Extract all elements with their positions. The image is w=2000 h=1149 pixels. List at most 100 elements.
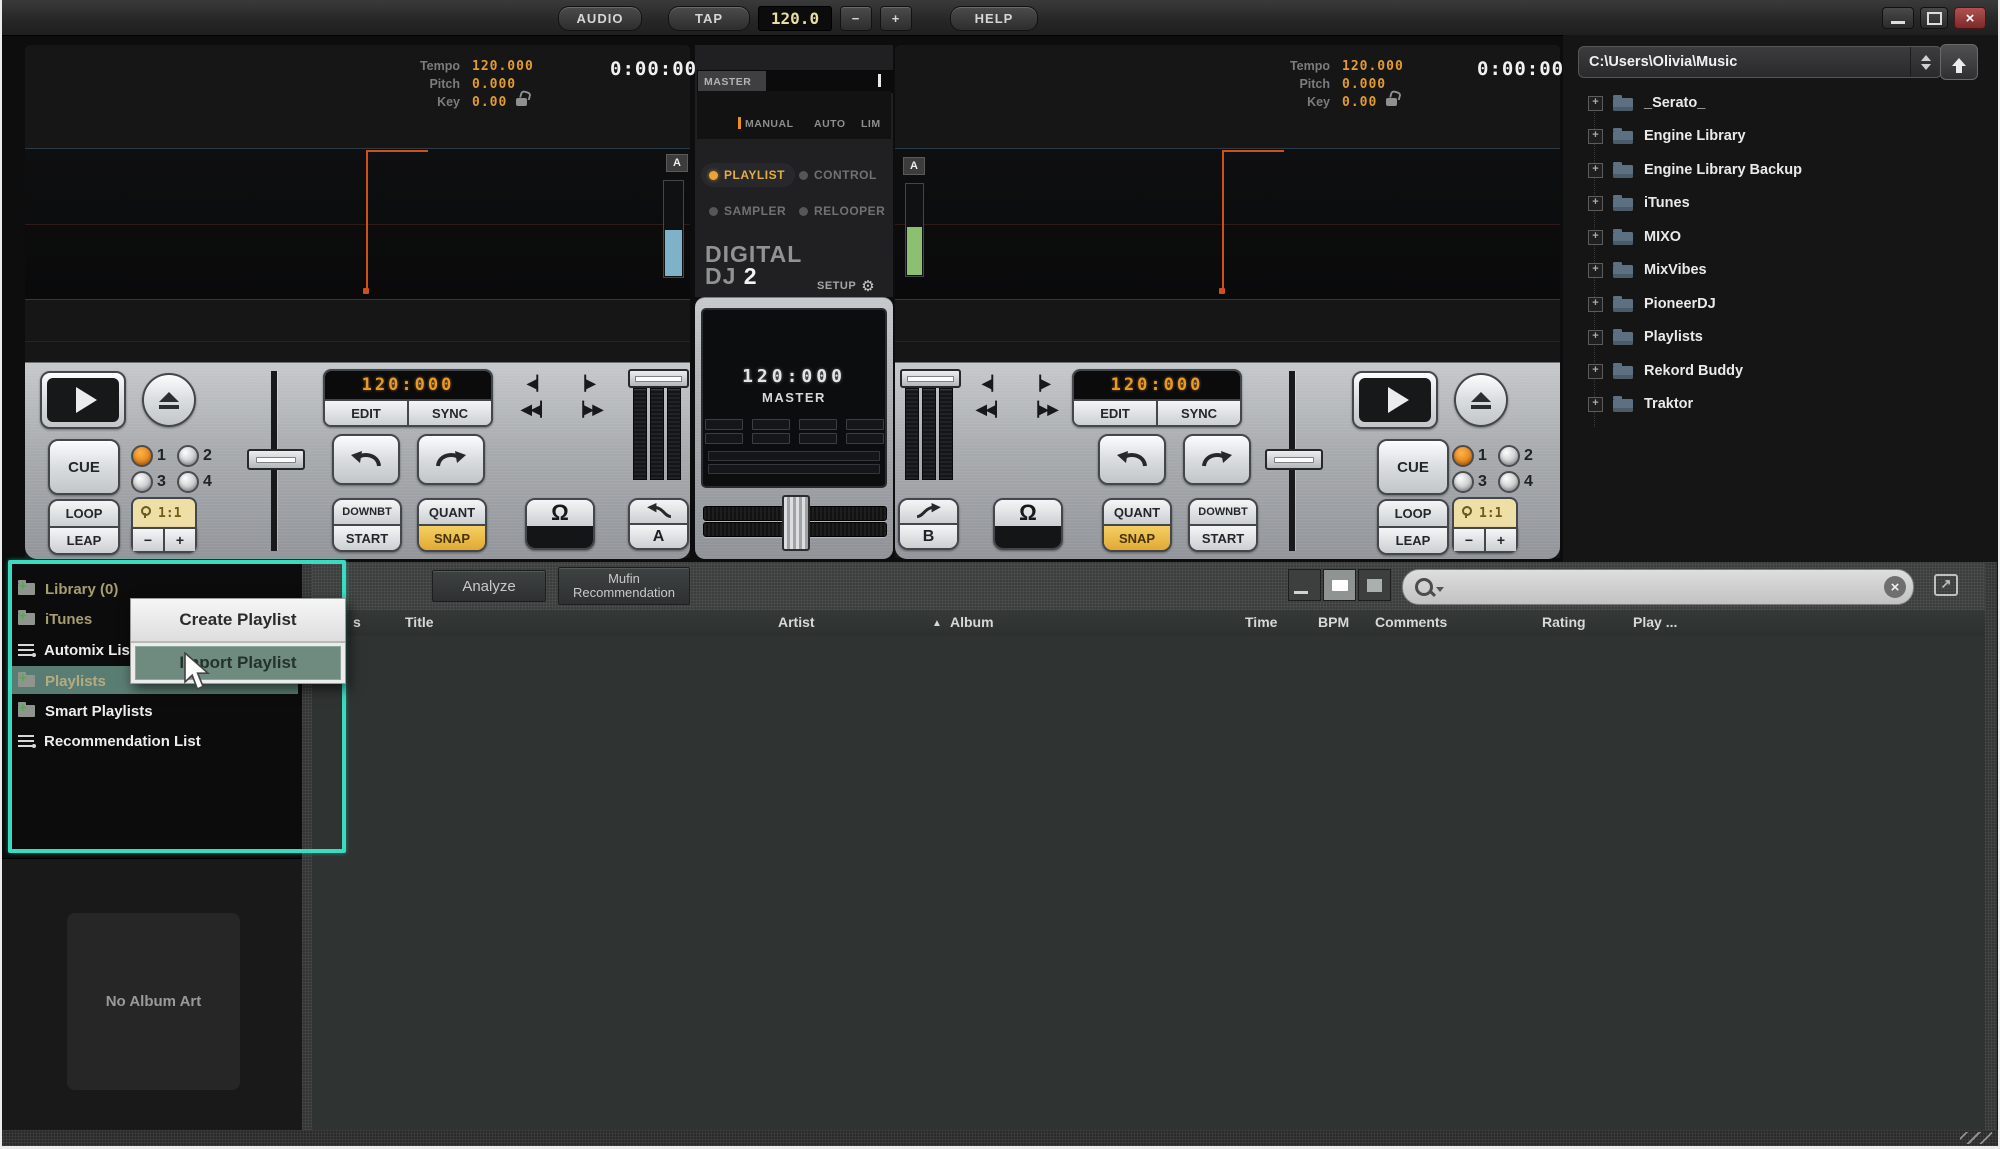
external-window-button[interactable]: ↗ xyxy=(1934,574,1958,596)
crossfader-handle[interactable] xyxy=(782,495,810,551)
leap-button[interactable]: LEAP xyxy=(1379,526,1447,553)
nudge-forward-button[interactable]: ▕▶ xyxy=(575,375,595,392)
expand-icon[interactable]: + xyxy=(1588,364,1603,379)
volume-fader-track[interactable] xyxy=(939,388,953,480)
quant-button[interactable]: QUANT xyxy=(419,500,485,524)
leap-button[interactable]: LEAP xyxy=(50,526,118,553)
hotcue-2[interactable]: 2 xyxy=(1498,445,1533,467)
expand-icon[interactable]: + xyxy=(1588,129,1603,144)
expand-icon[interactable]: + xyxy=(1588,196,1603,211)
hotcue-4[interactable]: 4 xyxy=(177,471,212,493)
minimize-button[interactable] xyxy=(1882,7,1914,29)
volume-fader-track[interactable] xyxy=(633,388,647,480)
path-dropdown[interactable]: C:\Users\Olivia\Music xyxy=(1578,46,1942,78)
hotcue-4-radio[interactable] xyxy=(1498,471,1520,493)
eject-button[interactable] xyxy=(1454,373,1508,427)
seek-back-button[interactable]: ◀◀▏ xyxy=(976,401,1005,418)
search-clear-button[interactable]: × xyxy=(1884,576,1906,598)
undo-button[interactable] xyxy=(1098,434,1166,485)
volume-fader-handle[interactable] xyxy=(628,369,689,388)
column-artist[interactable]: Artist xyxy=(778,614,815,630)
seek-forward-button[interactable]: ▕▶▶ xyxy=(1028,401,1057,418)
sync-button[interactable]: SYNC xyxy=(1156,401,1240,425)
hotcue-1-radio[interactable] xyxy=(1452,445,1474,467)
column-comments[interactable]: Comments xyxy=(1375,614,1447,630)
hotcue-2-radio[interactable] xyxy=(1498,445,1520,467)
playlist-tab[interactable]: PLAYLIST xyxy=(701,163,795,187)
import-playlist-menu-item[interactable]: Import Playlist xyxy=(135,646,341,680)
expand-icon[interactable]: + xyxy=(1588,163,1603,178)
hotcue-1[interactable]: 1 xyxy=(1452,445,1487,467)
quant-button[interactable]: QUANT xyxy=(1104,500,1170,524)
audio-button[interactable]: AUDIO xyxy=(558,6,642,31)
folder-row[interactable]: +iTunes xyxy=(1588,192,1690,214)
expand-icon[interactable]: + xyxy=(1588,230,1603,245)
sort-ascending-icon[interactable]: ▲ xyxy=(932,618,942,629)
analyze-button[interactable]: Analyze xyxy=(432,570,546,602)
close-button[interactable]: × xyxy=(1954,7,1986,29)
pitch-fader-handle[interactable] xyxy=(1265,449,1323,470)
hotcue-3[interactable]: 3 xyxy=(1452,471,1487,493)
folder-row[interactable]: +_Serato_ xyxy=(1588,92,1705,114)
play-button[interactable] xyxy=(40,371,126,429)
eject-button[interactable] xyxy=(142,373,196,427)
sidebar-item-playlists[interactable]: +Playlists xyxy=(18,669,106,693)
key-unlock-icon[interactable] xyxy=(1386,98,1397,106)
folder-row[interactable]: +Engine Library Backup xyxy=(1588,159,1802,181)
hotcue-3[interactable]: 3 xyxy=(131,471,166,493)
search-input[interactable] xyxy=(1444,573,1884,601)
loop-button[interactable]: LOOP xyxy=(50,501,118,526)
search-filter-dropdown-icon[interactable] xyxy=(1436,587,1444,596)
relooper-tab[interactable]: RELOOPER xyxy=(799,199,885,223)
loop-plus-button[interactable]: + xyxy=(163,529,195,551)
path-stepper[interactable] xyxy=(1910,47,1941,77)
deck-a-assign-button[interactable]: A xyxy=(628,498,689,550)
column-time[interactable]: Time xyxy=(1245,614,1277,630)
play-button[interactable] xyxy=(1352,371,1438,429)
folder-up-button[interactable] xyxy=(1940,44,1978,80)
expand-icon[interactable]: + xyxy=(1588,330,1603,345)
start-button[interactable]: START xyxy=(1190,524,1256,550)
column-bpm[interactable]: BPM xyxy=(1318,614,1349,630)
expand-icon[interactable]: + xyxy=(1588,263,1603,278)
sync-button[interactable]: SYNC xyxy=(407,401,491,425)
hotcue-1[interactable]: 1 xyxy=(131,445,166,467)
headphone-cue-button[interactable]: Ω xyxy=(993,498,1063,550)
sidebar-item-itunes[interactable]: +iTunes xyxy=(18,607,92,631)
redo-button[interactable] xyxy=(417,434,485,485)
hotcue-2-radio[interactable] xyxy=(177,445,199,467)
waveform-a[interactable] xyxy=(25,148,690,300)
loop-minus-button[interactable]: − xyxy=(133,529,163,551)
expand-icon[interactable]: + xyxy=(1588,96,1603,111)
hotcue-3-radio[interactable] xyxy=(1452,471,1474,493)
bpm-minus-button[interactable]: − xyxy=(840,6,872,31)
nudge-back-button[interactable]: ◀▏ xyxy=(527,375,547,392)
folder-row[interactable]: +Playlists xyxy=(1588,326,1703,348)
volume-fader-track[interactable] xyxy=(905,388,919,480)
sampler-tab[interactable]: SAMPLER xyxy=(709,199,786,223)
column-album[interactable]: Album xyxy=(950,614,994,630)
folder-row[interactable]: +MixVibes xyxy=(1588,259,1707,281)
hotcue-3-radio[interactable] xyxy=(131,471,153,493)
loop-plus-button[interactable]: + xyxy=(1484,529,1516,551)
seek-back-button[interactable]: ◀◀▏ xyxy=(521,401,550,418)
volume-fader-track[interactable] xyxy=(667,388,681,480)
hotcue-1-radio[interactable] xyxy=(131,445,153,467)
key-unlock-icon[interactable] xyxy=(516,98,527,106)
hotcue-2[interactable]: 2 xyxy=(177,445,212,467)
sidebar-item-recommendation-list[interactable]: Recommendation List xyxy=(18,729,201,753)
bpm-plus-button[interactable]: + xyxy=(880,6,912,31)
downbeat-button[interactable]: DOWNBT xyxy=(334,500,400,524)
edit-button[interactable]: EDIT xyxy=(1074,401,1156,425)
snap-button[interactable]: SNAP xyxy=(419,524,485,550)
resize-grip[interactable] xyxy=(1960,1132,1992,1144)
cue-button[interactable]: CUE xyxy=(1377,439,1449,495)
track-table-body[interactable] xyxy=(312,636,1997,1130)
pitch-fader-handle[interactable] xyxy=(247,449,305,470)
column-play[interactable]: Play ... xyxy=(1633,614,1677,630)
waveform-b[interactable] xyxy=(895,148,1560,300)
undo-button[interactable] xyxy=(332,434,400,485)
column-title[interactable]: Title xyxy=(405,614,434,630)
help-button[interactable]: HELP xyxy=(950,6,1038,31)
downbeat-button[interactable]: DOWNBT xyxy=(1190,500,1256,524)
